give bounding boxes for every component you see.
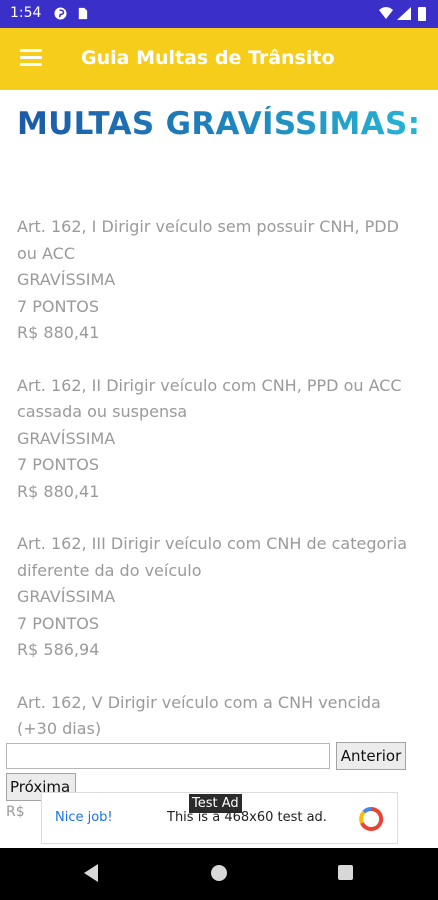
battery-icon <box>418 7 426 21</box>
pinterest-icon <box>54 7 67 20</box>
fine-points: 7 PONTOS <box>17 455 99 474</box>
recents-icon[interactable] <box>338 865 353 880</box>
status-bar: 1:54 <box>0 0 438 28</box>
page-heading: MULTAS GRAVÍSSIMAS: <box>17 106 421 142</box>
content-area[interactable]: MULTAS GRAVÍSSIMAS: Art. 162, I Dirigir … <box>0 90 438 736</box>
fine-points: 7 PONTOS <box>17 613 99 633</box>
fine-entry: Art. 162, V Dirigir veículo com a CNH ve… <box>17 690 417 737</box>
status-right-icons <box>379 7 426 21</box>
system-navigation-bar <box>0 848 438 900</box>
app-title: Guia Multas de Trânsito <box>81 47 335 69</box>
admob-logo-icon[interactable] <box>358 806 384 832</box>
wifi-icon <box>379 7 393 19</box>
ad-nice-job[interactable]: Nice job! <box>55 810 113 825</box>
fine-article: Art. 162, III Dirigir veículo com CNH de… <box>17 534 408 580</box>
fine-article: Art. 162, II Dirigir veículo com CNH, PP… <box>17 375 402 422</box>
fine-value: R$ 880,41 <box>17 323 100 342</box>
fine-value: R$ 586,94 <box>17 640 100 659</box>
back-icon[interactable] <box>84 864 98 882</box>
fine-severity: GRAVÍSSIMA <box>17 270 116 289</box>
fine-entry: Art. 162, III Dirigir veículo com CNH de… <box>17 531 417 664</box>
ad-text[interactable]: This is a 468x60 test ad. <box>167 810 327 825</box>
fine-article: Art. 162, I Dirigir veículo sem possuir … <box>17 217 399 263</box>
previous-button[interactable]: Anterior <box>336 742 406 770</box>
status-time: 1:54 <box>10 5 42 21</box>
fine-entry: Art. 162, I Dirigir veículo sem possuir … <box>17 214 417 347</box>
signal-icon <box>397 7 411 20</box>
sim-card-icon <box>78 7 88 20</box>
fine-value: R$ 880,41 <box>17 481 100 501</box>
partial-text: R$ <box>6 804 25 820</box>
hamburger-menu-icon[interactable] <box>20 49 44 69</box>
app-bar: Guia Multas de Trânsito <box>0 28 438 90</box>
home-icon[interactable] <box>211 865 227 881</box>
fine-entry: Art. 162, II Dirigir veículo com CNH, PP… <box>17 373 417 506</box>
fine-article: Art. 162, V Dirigir veículo com a CNH ve… <box>17 692 381 737</box>
fines-list: Art. 162, I Dirigir veículo sem possuir … <box>17 214 417 736</box>
fine-severity: GRAVÍSSIMA <box>17 428 116 448</box>
page-input[interactable] <box>6 743 330 769</box>
fine-severity: GRAVÍSSIMA <box>17 587 116 606</box>
fine-points: 7 PONTOS <box>17 296 99 316</box>
